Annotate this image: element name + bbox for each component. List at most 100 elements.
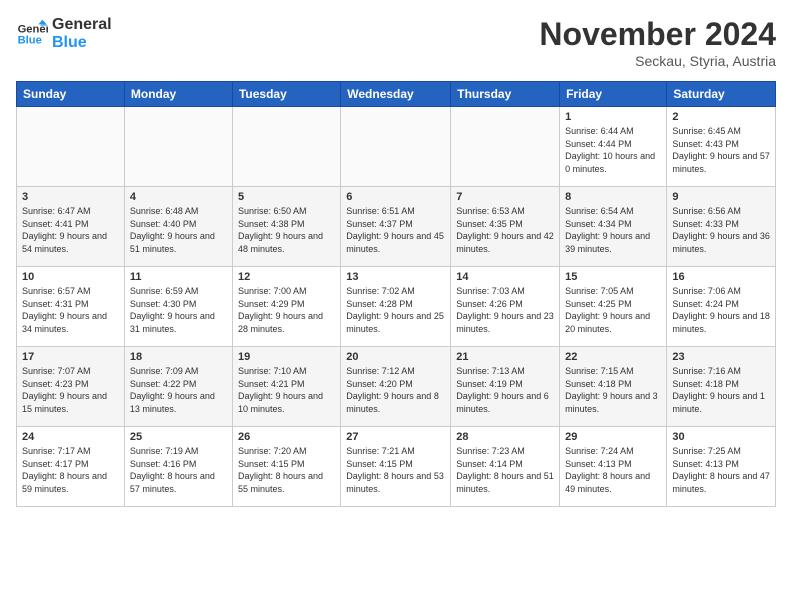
day-info: Sunrise: 6:54 AM Sunset: 4:34 PM Dayligh… (565, 205, 661, 255)
calendar-table: SundayMondayTuesdayWednesdayThursdayFrid… (16, 81, 776, 507)
calendar-cell: 7Sunrise: 6:53 AM Sunset: 4:35 PM Daylig… (451, 187, 560, 267)
calendar-cell: 10Sunrise: 6:57 AM Sunset: 4:31 PM Dayli… (17, 267, 125, 347)
day-info: Sunrise: 7:15 AM Sunset: 4:18 PM Dayligh… (565, 365, 661, 415)
logo: General Blue General Blue (16, 16, 112, 51)
calendar-cell: 3 Sunrise: 6:47 AM Sunset: 4:41 PM Daylig… (17, 187, 125, 267)
day-of-week-header: Tuesday (232, 82, 340, 107)
calendar-cell: 24 Sunrise: 7:17 AM Sunset: 4:17 PM Dayli… (17, 427, 125, 507)
calendar-week-row: 24 Sunrise: 7:17 AM Sunset: 4:17 PM Dayli… (17, 427, 776, 507)
day-info: Sunrise: 7:06 AM Sunset: 4:24 PM Dayligh… (672, 285, 770, 335)
calendar-week-row: 3 Sunrise: 6:47 AM Sunset: 4:41 PM Daylig… (17, 187, 776, 267)
day-number: 19 (238, 351, 335, 363)
day-number: 26 (238, 431, 335, 443)
calendar-cell: 6 Sunrise: 6:51 AM Sunset: 4:37 PM Daylig… (341, 187, 451, 267)
day-of-week-header: Monday (124, 82, 232, 107)
calendar-cell: 4Sunrise: 6:48 AM Sunset: 4:40 PM Daylig… (124, 187, 232, 267)
calendar-cell: 11 Sunrise: 6:59 AM Sunset: 4:30 PM Dayli… (124, 267, 232, 347)
calendar-cell: 1 Sunrise: 6:44 AM Sunset: 4:44 PM Daylig… (560, 107, 667, 187)
day-info: Sunrise: 7:12 AM Sunset: 4:20 PM Dayligh… (346, 365, 445, 415)
day-of-week-header: Thursday (451, 82, 560, 107)
month-title: November 2024 (539, 16, 776, 53)
calendar-cell: 12 Sunrise: 7:00 AM Sunset: 4:29 PM Dayli… (232, 267, 340, 347)
calendar-cell: 22Sunrise: 7:15 AM Sunset: 4:18 PM Dayli… (560, 347, 667, 427)
day-info: Sunrise: 6:50 AM Sunset: 4:38 PM Dayligh… (238, 205, 335, 255)
calendar-cell: 18Sunrise: 7:09 AM Sunset: 4:22 PM Dayli… (124, 347, 232, 427)
day-number: 4 (130, 191, 227, 203)
calendar-cell: 20 Sunrise: 7:12 AM Sunset: 4:20 PM Dayli… (341, 347, 451, 427)
day-info: Sunrise: 7:05 AM Sunset: 4:25 PM Dayligh… (565, 285, 661, 335)
day-info: Sunrise: 6:47 AM Sunset: 4:41 PM Dayligh… (22, 205, 119, 255)
calendar-cell: 15 Sunrise: 7:05 AM Sunset: 4:25 PM Dayli… (560, 267, 667, 347)
calendar-cell: 8 Sunrise: 6:54 AM Sunset: 4:34 PM Daylig… (560, 187, 667, 267)
day-number: 13 (346, 271, 445, 283)
day-info: Sunrise: 7:02 AM Sunset: 4:28 PM Dayligh… (346, 285, 445, 335)
svg-text:Blue: Blue (18, 34, 42, 46)
location-subtitle: Seckau, Styria, Austria (539, 53, 776, 69)
day-number: 12 (238, 271, 335, 283)
day-number: 1 (565, 111, 661, 123)
day-number: 11 (130, 271, 227, 283)
calendar-cell: 16 Sunrise: 7:06 AM Sunset: 4:24 PM Dayli… (667, 267, 776, 347)
day-number: 25 (130, 431, 227, 443)
day-number: 29 (565, 431, 661, 443)
day-of-week-header: Wednesday (341, 82, 451, 107)
calendar-cell: 14Sunrise: 7:03 AM Sunset: 4:26 PM Dayli… (451, 267, 560, 347)
day-number: 3 (22, 191, 119, 203)
day-number: 28 (456, 431, 554, 443)
day-number: 24 (22, 431, 119, 443)
calendar-cell: 28 Sunrise: 7:23 AM Sunset: 4:14 PM Dayli… (451, 427, 560, 507)
day-number: 16 (672, 271, 770, 283)
calendar-cell: 9 Sunrise: 6:56 AM Sunset: 4:33 PM Daylig… (667, 187, 776, 267)
logo-line2: Blue (52, 34, 112, 52)
day-number: 7 (456, 191, 554, 203)
day-info: Sunrise: 6:57 AM Sunset: 4:31 PM Dayligh… (22, 285, 119, 335)
day-info: Sunrise: 6:44 AM Sunset: 4:44 PM Dayligh… (565, 125, 661, 175)
logo-line1: General (52, 16, 112, 34)
day-info: Sunrise: 7:07 AM Sunset: 4:23 PM Dayligh… (22, 365, 119, 415)
day-info: Sunrise: 7:00 AM Sunset: 4:29 PM Dayligh… (238, 285, 335, 335)
header: General Blue General Blue November 2024 … (16, 16, 776, 69)
day-number: 8 (565, 191, 661, 203)
day-number: 15 (565, 271, 661, 283)
day-number: 9 (672, 191, 770, 203)
calendar-cell: 26Sunrise: 7:20 AM Sunset: 4:15 PM Dayli… (232, 427, 340, 507)
day-info: Sunrise: 6:56 AM Sunset: 4:33 PM Dayligh… (672, 205, 770, 255)
day-number: 20 (346, 351, 445, 363)
day-number: 5 (238, 191, 335, 203)
day-number: 23 (672, 351, 770, 363)
calendar-cell: 2Sunrise: 6:45 AM Sunset: 4:43 PM Daylig… (667, 107, 776, 187)
calendar-cell: 19Sunrise: 7:10 AM Sunset: 4:21 PM Dayli… (232, 347, 340, 427)
day-number: 17 (22, 351, 119, 363)
day-info: Sunrise: 6:59 AM Sunset: 4:30 PM Dayligh… (130, 285, 227, 335)
calendar-cell: 23 Sunrise: 7:16 AM Sunset: 4:18 PM Dayli… (667, 347, 776, 427)
calendar-week-row: 10Sunrise: 6:57 AM Sunset: 4:31 PM Dayli… (17, 267, 776, 347)
day-info: Sunrise: 7:16 AM Sunset: 4:18 PM Dayligh… (672, 365, 770, 415)
day-number: 6 (346, 191, 445, 203)
day-of-week-header: Friday (560, 82, 667, 107)
day-info: Sunrise: 7:09 AM Sunset: 4:22 PM Dayligh… (130, 365, 227, 415)
calendar-cell (232, 107, 340, 187)
calendar-week-row: 17 Sunrise: 7:07 AM Sunset: 4:23 PM Dayli… (17, 347, 776, 427)
day-number: 14 (456, 271, 554, 283)
day-info: Sunrise: 7:25 AM Sunset: 4:13 PM Dayligh… (672, 445, 770, 495)
calendar-cell (451, 107, 560, 187)
day-info: Sunrise: 7:17 AM Sunset: 4:17 PM Dayligh… (22, 445, 119, 495)
day-info: Sunrise: 7:13 AM Sunset: 4:19 PM Dayligh… (456, 365, 554, 415)
calendar-cell: 25Sunrise: 7:19 AM Sunset: 4:16 PM Dayli… (124, 427, 232, 507)
calendar-cell: 29 Sunrise: 7:24 AM Sunset: 4:13 PM Dayli… (560, 427, 667, 507)
calendar-cell (17, 107, 125, 187)
day-of-week-header: Saturday (667, 82, 776, 107)
calendar-cell: 27Sunrise: 7:21 AM Sunset: 4:15 PM Dayli… (341, 427, 451, 507)
day-info: Sunrise: 7:24 AM Sunset: 4:13 PM Dayligh… (565, 445, 661, 495)
calendar-cell (124, 107, 232, 187)
day-info: Sunrise: 7:23 AM Sunset: 4:14 PM Dayligh… (456, 445, 554, 495)
day-number: 21 (456, 351, 554, 363)
calendar-week-row: 1 Sunrise: 6:44 AM Sunset: 4:44 PM Daylig… (17, 107, 776, 187)
day-of-week-header: Sunday (17, 82, 125, 107)
calendar-cell: 17 Sunrise: 7:07 AM Sunset: 4:23 PM Dayli… (17, 347, 125, 427)
day-info: Sunrise: 7:21 AM Sunset: 4:15 PM Dayligh… (346, 445, 445, 495)
day-number: 30 (672, 431, 770, 443)
day-info: Sunrise: 6:51 AM Sunset: 4:37 PM Dayligh… (346, 205, 445, 255)
title-block: November 2024 Seckau, Styria, Austria (539, 16, 776, 69)
logo-icon: General Blue (16, 18, 48, 50)
